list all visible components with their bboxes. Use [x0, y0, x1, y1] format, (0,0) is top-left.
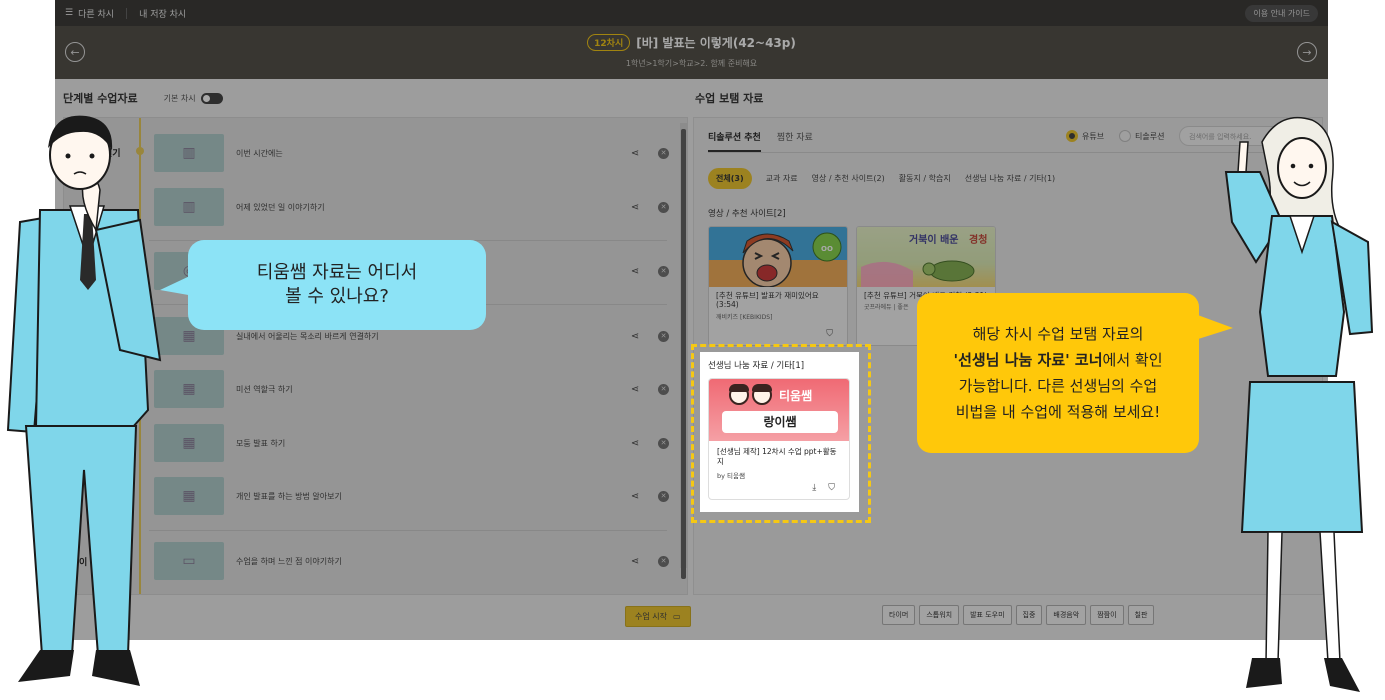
female-teacher-illustration — [1224, 116, 1374, 692]
share-icon[interactable]: ⋖ — [628, 148, 642, 159]
basic-lesson-label: 기본 차시 — [163, 93, 196, 103]
video-thumbnail: 거북이 배운 경청 — [857, 227, 995, 287]
share-icon[interactable]: ⋖ — [628, 202, 642, 213]
svg-text:OO: OO — [821, 245, 833, 253]
filter-all[interactable]: 전체(3) — [708, 168, 752, 189]
male-teacher-illustration — [6, 115, 162, 686]
radio-icon[interactable] — [1119, 130, 1131, 142]
bookmark-icon[interactable]: ⛉ — [826, 329, 833, 339]
filter-worksheet[interactable]: 활동지 / 학습지 — [899, 173, 951, 184]
material-row[interactable]: ▥ 이번 시간에는 ⋖ ✕ — [154, 134, 669, 172]
close-icon[interactable]: ✕ — [658, 201, 669, 213]
filter-teacher-share[interactable]: 선생님 나눔 자료 / 기타(1) — [965, 173, 1055, 184]
close-icon[interactable]: ✕ — [658, 265, 669, 277]
teacher-card-caption: [선생님 제작] 12차시 수업 ppt+활동지 — [717, 447, 837, 466]
video-section-title: 영상 / 추천 사이트[2] — [708, 209, 786, 219]
start-class-button[interactable]: 수업 시작 ▭ — [625, 606, 691, 627]
source-tsolution[interactable]: 티솔루션 — [1119, 130, 1164, 142]
bookmark-icon[interactable]: ⛉ — [828, 483, 835, 493]
monitor-icon: ▭ — [672, 612, 681, 621]
material-row[interactable]: ▦ 개인 발표를 하는 방법 알아보기 ⋖ ✕ — [154, 477, 669, 515]
radio-selected-icon[interactable] — [1066, 130, 1078, 142]
material-row[interactable]: ▭ 수업을 하며 느낀 점 이야기하기 ⋖ ✕ — [154, 542, 669, 580]
share-icon[interactable]: ⋖ — [628, 556, 642, 567]
basic-lesson-toggle[interactable] — [200, 92, 223, 104]
presentation-helper-button[interactable]: 발표 도우미 — [963, 605, 1012, 625]
divider — [126, 7, 128, 19]
divider — [149, 530, 667, 531]
boy-face-icon — [752, 384, 772, 405]
spare-time-button[interactable]: 짬짬이 — [1090, 605, 1124, 625]
question-bubble: 티움쌤 자료는 어디서 볼 수 있나요? — [188, 240, 486, 330]
teacher-card-actions: ⤓ ⛉ — [812, 483, 835, 493]
close-icon[interactable]: ✕ — [658, 490, 669, 502]
close-icon[interactable]: ✕ — [658, 383, 669, 395]
share-icon[interactable]: ⋖ — [628, 331, 642, 342]
left-scrollbar[interactable] — [680, 123, 687, 579]
teacher-card-banner: 티움쌤 랑이쌤 — [709, 379, 849, 441]
close-icon[interactable]: ✕ — [658, 437, 669, 449]
scrollbar-thumb[interactable] — [681, 129, 686, 579]
focus-button[interactable]: 집중 — [1015, 605, 1043, 625]
girl-face-icon — [729, 384, 749, 405]
teacher-card-author: by 티움쌤 — [717, 471, 745, 480]
close-icon[interactable]: ✕ — [658, 555, 669, 567]
teacher-name-pill: 랑이쌤 — [722, 411, 838, 433]
teacher-material-card[interactable]: 티움쌤 랑이쌤 [선생님 제작] 12차시 수업 ppt+활동지 by 티움쌤 … — [708, 378, 850, 500]
turtle-illustration: 거북이 배운 경청 — [861, 233, 987, 287]
teacher-share-section: 선생님 나눔 자료 / 기타[1] 티움쌤 랑이쌤 [선생님 제작] 12차시 … — [700, 352, 859, 512]
video-card[interactable]: OO [추천 유튜브] 발표가 재미있어요 (3:54) 깨비키즈 [KEBIK… — [708, 226, 848, 346]
highlight-text: '선생님 나눔 자료' 코너 — [953, 350, 1103, 369]
bubble-tail — [1195, 314, 1233, 340]
source-youtube[interactable]: 유튜브 — [1066, 130, 1104, 142]
tab-favorites[interactable]: 찜한 자료 — [777, 124, 813, 152]
material-row[interactable]: ▥ 어제 있었던 일 이야기하기 ⋖ ✕ — [154, 188, 669, 226]
close-icon[interactable]: ✕ — [658, 330, 669, 342]
svg-text:경청: 경청 — [969, 233, 987, 246]
my-saved-lessons-button[interactable]: 내 저장 차시 — [139, 7, 186, 20]
left-panel-title: 단계별 수업자료 — [63, 92, 138, 105]
top-bar: ☰ 다른 차시 내 저장 차시 이용 안내 가이드 — [55, 0, 1328, 26]
guide-button[interactable]: 이용 안내 가이드 — [1245, 4, 1318, 22]
stopwatch-button[interactable]: 스톱워치 — [919, 605, 960, 625]
divider — [708, 152, 1308, 153]
material-row[interactable]: ▦ 미션 역할극 하기 ⋖ ✕ — [154, 370, 669, 408]
lesson-badge: 12차시 — [587, 34, 631, 51]
download-icon[interactable]: ⤓ — [812, 483, 816, 493]
video-thumbnail: OO — [709, 227, 847, 288]
lesson-title: [바] 발표는 이렇게(42~43p) — [636, 36, 796, 50]
share-icon[interactable]: ⋖ — [628, 266, 642, 277]
cartoon-boy-image: OO — [742, 232, 842, 288]
tab-recommended[interactable]: 티솔루션 추천 — [708, 124, 761, 152]
filter-video[interactable]: 영상 / 추천 사이트(2) — [812, 173, 885, 184]
right-panel-title: 수업 보탬 자료 — [695, 92, 764, 105]
lesson-title-row: 12차시 [바] 발표는 이렇게(42~43p) — [55, 34, 1328, 51]
share-icon[interactable]: ⋖ — [628, 384, 642, 395]
other-lessons-button[interactable]: ☰ 다른 차시 — [65, 7, 114, 20]
filter-chips: 전체(3) 교과 자료 영상 / 추천 사이트(2) 활동지 / 학습지 선생님… — [708, 168, 1055, 189]
blackboard-button[interactable]: 칠판 — [1127, 605, 1155, 625]
share-icon[interactable]: ⋖ — [628, 491, 642, 502]
filter-subject[interactable]: 교과 자료 — [766, 173, 798, 184]
close-icon[interactable]: ✕ — [658, 147, 669, 159]
brand-logo: 티움쌤 — [729, 384, 812, 405]
material-row[interactable]: ▦ 모둠 발표 하기 ⋖ ✕ — [154, 424, 669, 462]
answer-bubble: 해당 차시 수업 보탬 자료의 '선생님 나눔 자료' 코너에서 확인 가능합니… — [917, 293, 1199, 453]
teacher-section-title: 선생님 나눔 자료 / 기타[1] — [708, 361, 805, 371]
video-caption: [추천 유튜브] 발표가 재미있어요 (3:54) — [716, 291, 819, 310]
next-lesson-icon[interactable]: → — [1297, 42, 1317, 62]
class-tools: 타이머 스톱워치 발표 도우미 집중 배경음악 짬짬이 칠판 — [882, 605, 1155, 625]
share-icon[interactable]: ⋖ — [628, 438, 642, 449]
menu-icon: ☰ — [65, 8, 74, 18]
svg-text:거북이 배운: 거북이 배운 — [909, 233, 958, 246]
supplement-tabs: 티솔루션 추천 찜한 자료 — [708, 124, 813, 152]
lesson-path: 1학년>1학기>학교>2. 함께 준비해요 — [625, 59, 758, 68]
timer-button[interactable]: 타이머 — [882, 605, 916, 625]
video-source: 깨비키즈 [KEBIKIDS] — [716, 313, 773, 321]
bgm-button[interactable]: 배경음악 — [1046, 605, 1087, 625]
lesson-header: ← 12차시 [바] 발표는 이렇게(42~43p) 1학년>1학기>학교>2.… — [55, 26, 1328, 79]
